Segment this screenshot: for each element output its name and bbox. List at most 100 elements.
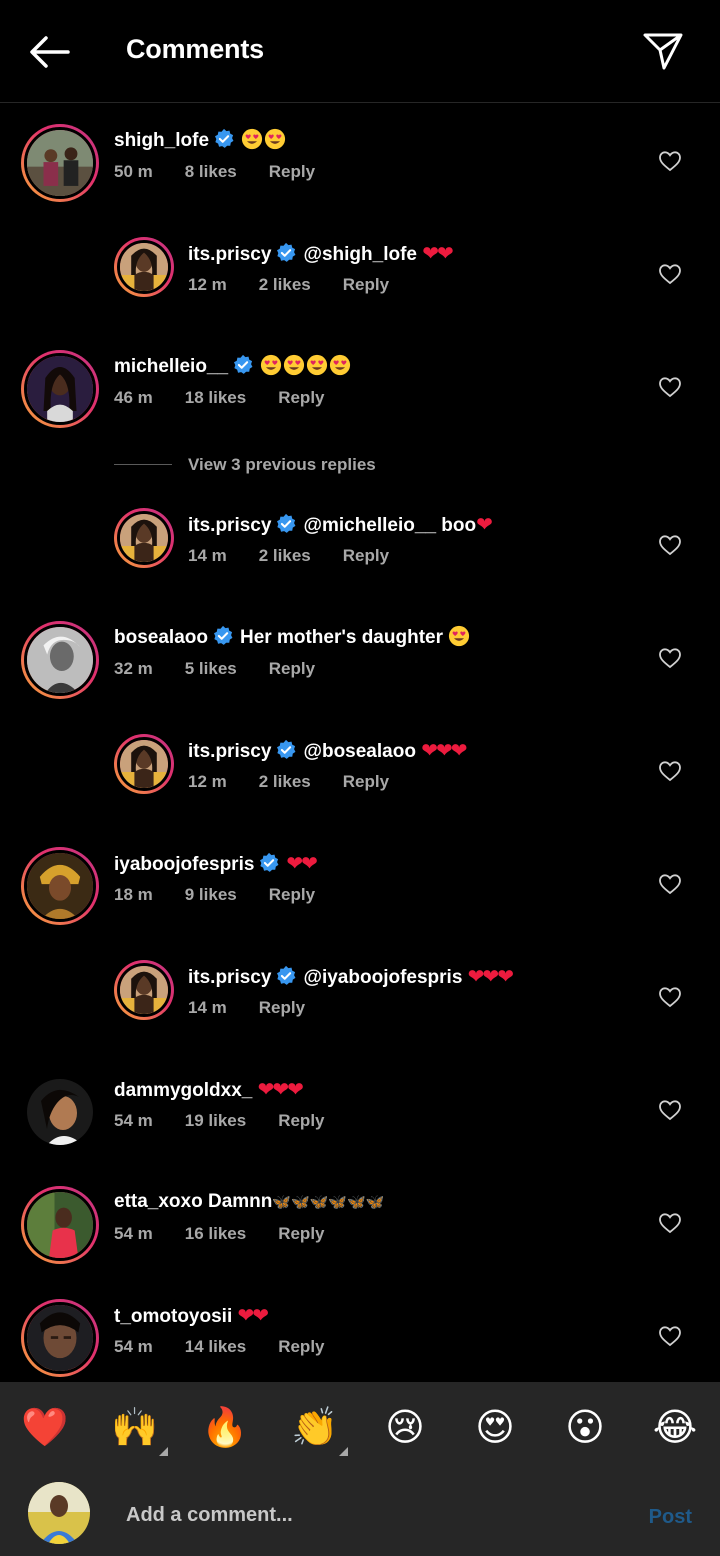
comment-likes[interactable]: 9 likes xyxy=(185,885,237,904)
comment-username[interactable]: its.priscy xyxy=(188,741,271,762)
comment-likes[interactable]: 2 likes xyxy=(259,772,311,791)
like-heart-icon[interactable] xyxy=(658,1325,682,1347)
comment-likes[interactable]: 19 likes xyxy=(185,1111,246,1130)
reply-button[interactable]: Reply xyxy=(269,659,315,678)
comment-meta: 14 m Reply xyxy=(188,998,337,1018)
reply-button[interactable]: Reply xyxy=(269,162,315,181)
heart-eyes-emoji-icon xyxy=(241,128,263,150)
comment-likes[interactable]: 16 likes xyxy=(185,1224,246,1243)
avatar[interactable] xyxy=(21,124,99,202)
comment-meta: 12 m 2 likes Reply xyxy=(188,772,421,792)
reply-item: its.priscy @iyaboojofespris ❤❤❤ 14 m Reply xyxy=(0,956,720,1056)
clapping-emoji-button[interactable]: 👏 xyxy=(290,1402,348,1456)
comment-username[interactable]: michelleio__ xyxy=(114,356,228,377)
comment-likes[interactable]: 14 likes xyxy=(185,1337,246,1356)
comment-username[interactable]: t_omotoyosii xyxy=(114,1306,232,1327)
comment-username[interactable]: its.priscy xyxy=(188,967,271,988)
skin-tone-indicator-icon xyxy=(339,1447,348,1456)
avatar[interactable] xyxy=(114,508,174,568)
like-heart-icon[interactable] xyxy=(658,647,682,669)
comment-likes[interactable]: 18 likes xyxy=(185,388,246,407)
heart-eyes-emoji-icon xyxy=(329,354,351,376)
back-arrow-icon[interactable] xyxy=(28,34,72,70)
avatar[interactable] xyxy=(21,1299,99,1377)
like-heart-icon[interactable] xyxy=(658,873,682,895)
raised-hands-emoji-button[interactable]: 🙌 xyxy=(110,1402,168,1456)
post-button[interactable]: Post xyxy=(649,1506,692,1529)
like-heart-icon[interactable] xyxy=(658,534,682,556)
heart-emoji-icon: ❤❤❤ xyxy=(257,1077,304,1101)
heart-emoji-icon: ❤❤ xyxy=(237,1303,269,1327)
reply-button[interactable]: Reply xyxy=(278,1111,324,1130)
reply-button[interactable]: Reply xyxy=(343,772,389,791)
comment-likes[interactable]: 2 likes xyxy=(259,275,311,294)
avatar[interactable] xyxy=(21,621,99,699)
page-title: Comments xyxy=(126,34,264,64)
comment-text: dammygoldxx_ ❤❤❤ xyxy=(114,1077,304,1103)
laughing-emoji-button[interactable]: 😂 xyxy=(650,1402,700,1452)
avatar[interactable] xyxy=(21,1186,99,1264)
comment-time: 54 m xyxy=(114,1111,153,1130)
crying-emoji-button[interactable]: 😢 xyxy=(380,1402,430,1452)
skin-tone-indicator-icon xyxy=(159,1447,168,1456)
verified-badge-icon xyxy=(275,739,297,761)
comment-username[interactable]: iyaboojofespris xyxy=(114,854,254,875)
comment-item: t_omotoyosii ❤❤ 54 m 14 likes Reply xyxy=(0,1295,720,1395)
avatar[interactable] xyxy=(21,847,99,925)
comment-time: 32 m xyxy=(114,659,153,678)
avatar[interactable] xyxy=(114,237,174,297)
heart-emoji-icon: ❤❤ xyxy=(422,241,453,265)
reply-button[interactable]: Reply xyxy=(269,885,315,904)
avatar[interactable] xyxy=(114,734,174,794)
comment-likes[interactable]: 8 likes xyxy=(185,162,237,181)
comment-username[interactable]: bosealaoo xyxy=(114,627,208,648)
comment-meta: 54 m 19 likes Reply xyxy=(114,1111,357,1131)
like-heart-icon[interactable] xyxy=(658,760,682,782)
comment-likes[interactable]: 5 likes xyxy=(185,659,237,678)
comment-meta: 18 m 9 likes Reply xyxy=(114,885,347,905)
view-replies-link[interactable]: View 3 previous replies xyxy=(188,455,376,475)
reply-button[interactable]: Reply xyxy=(278,1224,324,1243)
fire-emoji-button[interactable]: 🔥 xyxy=(200,1402,250,1452)
comment-meta: 14 m 2 likes Reply xyxy=(188,546,421,566)
comment-body: @michelleio__ boo xyxy=(303,515,477,536)
comment-username[interactable]: shigh_lofe xyxy=(114,130,209,151)
comment-input[interactable] xyxy=(126,1500,606,1530)
like-heart-icon[interactable] xyxy=(658,150,682,172)
current-user-avatar[interactable] xyxy=(28,1482,90,1544)
like-heart-icon[interactable] xyxy=(658,376,682,398)
comment-item: michelleio__ 46 m 18 likes Reply xyxy=(0,346,720,446)
comment-body: @shigh_lofe xyxy=(303,244,417,265)
like-heart-icon[interactable] xyxy=(658,986,682,1008)
raised-hands-icon: 🙌 xyxy=(111,1405,159,1449)
clapping-icon: 👏 xyxy=(291,1405,339,1449)
avatar[interactable] xyxy=(114,960,174,1020)
comment-username[interactable]: its.priscy xyxy=(188,515,271,536)
comment-text: michelleio__ xyxy=(114,354,352,379)
comment-text: iyaboojofespris ❤❤ xyxy=(114,851,318,877)
comment-text: shigh_lofe xyxy=(114,128,287,153)
like-heart-icon[interactable] xyxy=(658,263,682,285)
direct-message-icon[interactable] xyxy=(642,30,684,72)
like-heart-icon[interactable] xyxy=(658,1099,682,1121)
heart-eyes-emoji-button[interactable]: 😍 xyxy=(470,1402,520,1452)
comment-username[interactable]: its.priscy xyxy=(188,244,271,265)
reply-button[interactable]: Reply xyxy=(343,275,389,294)
comment-username[interactable]: dammygoldxx_ xyxy=(114,1080,252,1101)
like-heart-icon[interactable] xyxy=(658,1212,682,1234)
reply-button[interactable]: Reply xyxy=(278,1337,324,1356)
surprised-emoji-button[interactable]: 😮 xyxy=(560,1402,610,1452)
comment-likes[interactable]: 2 likes xyxy=(259,546,311,565)
comment-text: its.priscy @iyaboojofespris ❤❤❤ xyxy=(188,964,514,990)
verified-badge-icon xyxy=(212,625,234,647)
reply-item: its.priscy @michelleio__ boo❤ 14 m 2 likes… xyxy=(0,504,720,604)
comment-time: 14 m xyxy=(188,546,227,565)
avatar[interactable] xyxy=(27,1079,93,1145)
heart-eyes-emoji-icon xyxy=(283,354,305,376)
reply-button[interactable]: Reply xyxy=(259,998,305,1017)
red-heart-emoji-button[interactable]: ❤️ xyxy=(20,1402,70,1452)
avatar[interactable] xyxy=(21,350,99,428)
comment-username[interactable]: etta_xoxo xyxy=(114,1191,203,1212)
reply-button[interactable]: Reply xyxy=(343,546,389,565)
reply-button[interactable]: Reply xyxy=(278,388,324,407)
